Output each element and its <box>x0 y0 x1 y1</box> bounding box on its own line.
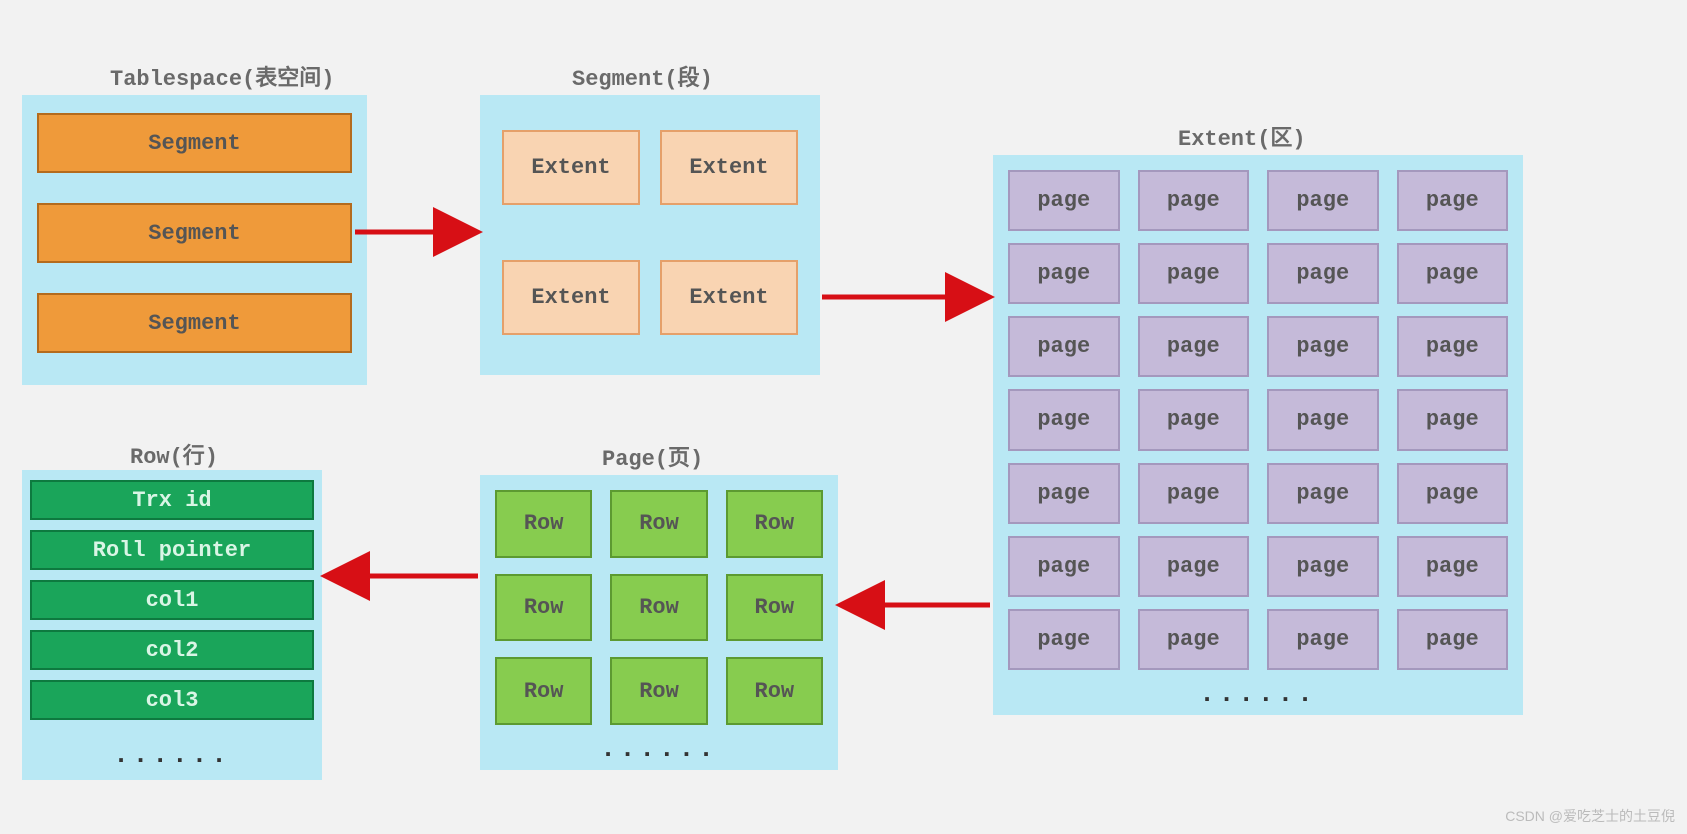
page-box: page <box>1138 463 1250 524</box>
segment-box: Segment <box>37 203 352 263</box>
page-box: page <box>1397 463 1509 524</box>
page-dots: ...... <box>480 734 838 764</box>
page-box: page <box>1397 389 1509 450</box>
page-box: page <box>1267 170 1379 231</box>
page-box: page <box>1008 536 1120 597</box>
page-box: page <box>1267 389 1379 450</box>
row-box: Row <box>726 657 823 725</box>
page-box: page <box>1267 463 1379 524</box>
row-box: Row <box>495 490 592 558</box>
page-box: page <box>1267 536 1379 597</box>
row-box: Row <box>726 490 823 558</box>
page-box: page <box>1138 536 1250 597</box>
tablespace-panel: Segment Segment Segment <box>22 95 367 385</box>
page-box: page <box>1008 243 1120 304</box>
page-box: page <box>1397 316 1509 377</box>
row-field: Roll pointer <box>30 530 314 570</box>
page-box: page <box>1008 389 1120 450</box>
page-box: page <box>1267 609 1379 670</box>
row-dots: ...... <box>22 740 322 770</box>
segment-box: Segment <box>37 293 352 353</box>
page-box: page <box>1138 170 1250 231</box>
tablespace-title: Tablespace(表空间) <box>110 60 334 92</box>
page-box: page <box>1008 316 1120 377</box>
page-box: page <box>1397 536 1509 597</box>
segment-title: Segment(段) <box>572 60 713 92</box>
row-box: Row <box>495 657 592 725</box>
row-box: Row <box>495 574 592 642</box>
page-box: page <box>1138 609 1250 670</box>
extent-box: Extent <box>660 130 798 205</box>
page-title: Page(页) <box>602 440 703 472</box>
row-field: Trx id <box>30 480 314 520</box>
extent-box: Extent <box>660 260 798 335</box>
row-panel: Trx id Roll pointer col1 col2 col3 .....… <box>22 470 322 780</box>
row-field: col3 <box>30 680 314 720</box>
segment-box: Segment <box>37 113 352 173</box>
page-box: page <box>1008 463 1120 524</box>
row-box: Row <box>726 574 823 642</box>
row-box: Row <box>610 574 707 642</box>
page-box: page <box>1138 316 1250 377</box>
page-box: page <box>1008 170 1120 231</box>
row-field: col2 <box>30 630 314 670</box>
row-box: Row <box>610 490 707 558</box>
page-box: page <box>1267 243 1379 304</box>
segment-panel: Extent Extent Extent Extent <box>480 95 820 375</box>
extent-box: Extent <box>502 260 640 335</box>
extent-box: Extent <box>502 130 640 205</box>
page-panel: Row Row Row Row Row Row Row Row Row ...... <box>480 475 838 770</box>
page-box: page <box>1138 243 1250 304</box>
watermark: CSDN @爱吃芝士的土豆倪 <box>1505 806 1675 826</box>
row-field: col1 <box>30 580 314 620</box>
page-box: page <box>1267 316 1379 377</box>
page-box: page <box>1397 170 1509 231</box>
extent-panel: page page page page page page page page page page… <box>993 155 1523 715</box>
page-box: page <box>1008 609 1120 670</box>
extent-dots: ...... <box>993 679 1523 709</box>
row-box: Row <box>610 657 707 725</box>
extent-title: Extent(区) <box>1178 120 1306 152</box>
page-box: page <box>1138 389 1250 450</box>
page-box: page <box>1397 243 1509 304</box>
page-box: page <box>1397 609 1509 670</box>
row-title: Row(行) <box>130 438 218 470</box>
